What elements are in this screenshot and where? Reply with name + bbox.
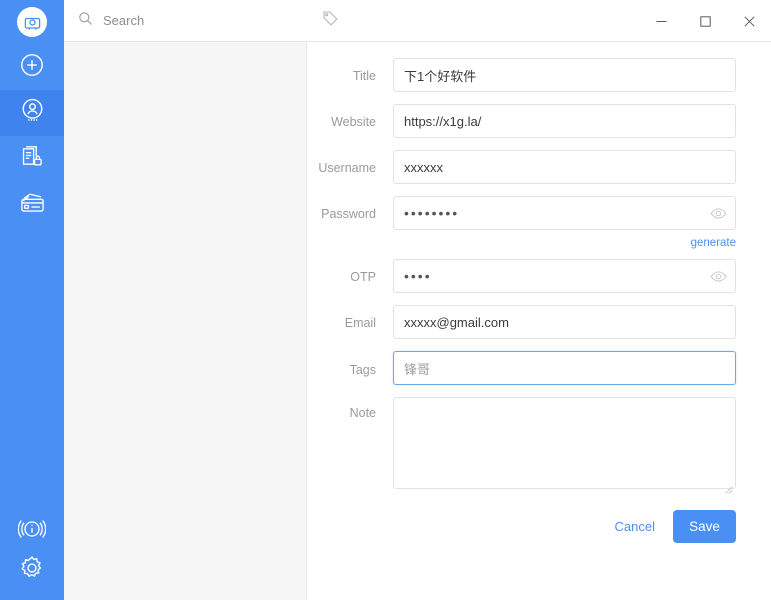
field-row-note: Note xyxy=(307,397,736,494)
topbar: Search xyxy=(64,0,771,42)
info-broadcast-icon xyxy=(17,515,47,548)
password-input[interactable] xyxy=(393,196,736,230)
search-container[interactable]: Search xyxy=(64,0,304,41)
otp-input[interactable] xyxy=(393,259,736,293)
document-lock-icon xyxy=(19,144,45,175)
credit-cards-icon xyxy=(19,189,46,221)
field-row-title: Title xyxy=(307,58,736,92)
plus-circle-icon xyxy=(19,52,45,83)
password-eye-icon[interactable] xyxy=(708,204,728,222)
sidebar-item-secure-notes[interactable] xyxy=(0,136,64,182)
app-window: No Items Title Website Username xyxy=(0,0,771,600)
user-account-icon xyxy=(19,97,46,129)
minimize-button[interactable] xyxy=(639,0,683,42)
window-controls xyxy=(639,0,771,41)
search-icon xyxy=(78,11,93,31)
sidebar-item-logins[interactable] xyxy=(0,90,64,136)
app-logo xyxy=(0,0,64,44)
tag-icon xyxy=(322,10,339,32)
cancel-button[interactable]: Cancel xyxy=(615,519,655,534)
label-tags: Tags xyxy=(349,363,376,377)
field-row-otp: OTP xyxy=(307,259,736,293)
generate-password-link[interactable]: generate xyxy=(691,237,736,249)
sidebar xyxy=(0,0,64,600)
safe-vault-icon xyxy=(17,7,47,37)
tag-filter-button[interactable] xyxy=(316,7,344,35)
username-input[interactable] xyxy=(393,150,736,184)
label-title: Title xyxy=(352,69,376,83)
label-note: Note xyxy=(349,406,376,420)
label-username: Username xyxy=(318,161,376,175)
maximize-button[interactable] xyxy=(683,0,727,42)
form-actions: Cancel Save xyxy=(307,510,736,543)
field-row-username: Username xyxy=(307,150,736,184)
email-input[interactable] xyxy=(393,305,736,339)
generate-row: generate xyxy=(393,233,736,249)
label-password: Password xyxy=(321,207,376,221)
otp-eye-icon[interactable] xyxy=(708,267,728,285)
title-input[interactable] xyxy=(393,58,736,92)
label-otp: OTP xyxy=(350,270,376,284)
field-row-tags: Tags xyxy=(307,351,736,385)
items-list-panel[interactable]: No Items xyxy=(64,0,307,600)
label-website: Website xyxy=(331,115,376,129)
field-row-password: Password generate xyxy=(307,196,736,249)
close-button[interactable] xyxy=(727,0,771,42)
save-button[interactable]: Save xyxy=(673,510,736,543)
field-row-email: Email xyxy=(307,305,736,339)
website-input[interactable] xyxy=(393,104,736,138)
note-textarea[interactable] xyxy=(393,397,736,489)
tags-input[interactable] xyxy=(393,351,736,385)
sidebar-item-about[interactable] xyxy=(0,508,64,554)
gear-icon xyxy=(18,554,46,587)
item-detail-form: Title Website Username Password xyxy=(307,0,771,600)
sidebar-item-settings[interactable] xyxy=(0,554,64,600)
label-email: Email xyxy=(344,316,376,330)
sidebar-item-add[interactable] xyxy=(0,44,64,90)
sidebar-item-cards[interactable] xyxy=(0,182,64,228)
search-input[interactable]: Search xyxy=(103,13,144,28)
field-row-website: Website xyxy=(307,104,736,138)
